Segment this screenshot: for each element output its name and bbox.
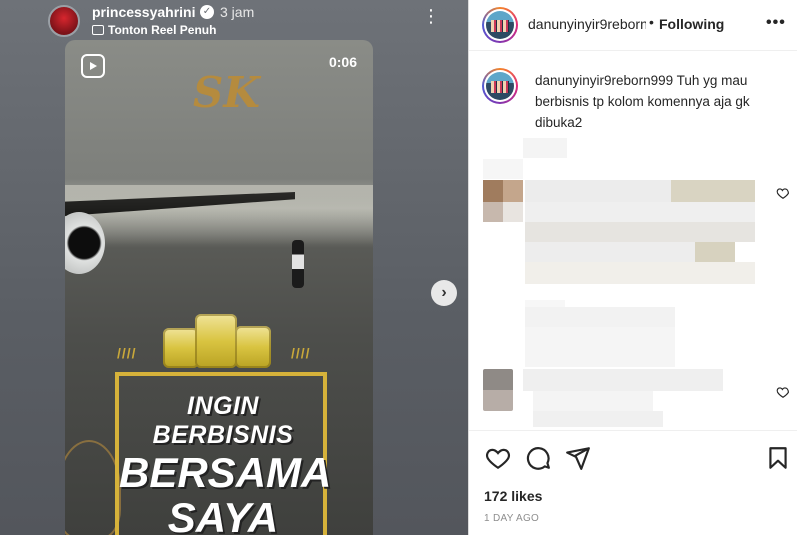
avatar-frame [484, 9, 516, 41]
commenter-avatar-blur [503, 180, 523, 202]
comment-icon[interactable] [525, 445, 551, 471]
stripes-left: //// [117, 345, 137, 361]
brand-logo: SK [193, 68, 260, 117]
pixel-block [525, 327, 675, 367]
bookmark-icon[interactable] [765, 445, 791, 471]
avatar-image [486, 11, 514, 39]
post-details-panel: danunyinyir9reborn999 • Following ••• da… [468, 0, 797, 535]
product-jars [163, 312, 275, 368]
post-date[interactable]: 1 DAY AGO [484, 513, 539, 524]
caption-text-block: danunyinyir9reborn999 Tuh yg mau berbisn… [535, 70, 775, 133]
pixelated-comments [469, 135, 797, 430]
watch-full-reel-link[interactable]: Tonton Reel Penuh [92, 23, 216, 37]
video-timestamp: 0:06 [328, 54, 357, 70]
story-header: princessyahrini ✓ 3 jam Tonton Reel Penu… [48, 3, 440, 39]
pixel-block [671, 180, 755, 202]
pixel-block [523, 369, 723, 391]
story-avatar[interactable] [48, 5, 80, 37]
chevron-right-icon: › [441, 284, 447, 301]
jar [195, 314, 237, 368]
header-separator: • [649, 14, 654, 30]
post-actions-section: 172 likes 1 DAY AGO [469, 430, 797, 536]
post-avatar[interactable] [482, 7, 518, 43]
commenter-avatar-blur [483, 202, 503, 222]
story-time: 3 jam [220, 4, 255, 20]
commenter-avatar-blur [503, 202, 523, 222]
person-figure [292, 240, 304, 288]
headline-line-1: INGIN BERBISNIS [152, 392, 294, 449]
pixel-block [525, 262, 755, 284]
story-username[interactable]: princessyahrini [92, 4, 196, 20]
stripes-right: //// [291, 345, 311, 361]
post-more-icon[interactable]: ••• [766, 14, 786, 32]
commenter-avatar-blur [483, 369, 513, 411]
following-button[interactable]: Following [659, 16, 724, 32]
sky-band [65, 185, 373, 245]
headline-line-2: BERSAMA [119, 449, 332, 496]
reel-link-icon [92, 25, 104, 35]
avatar-image [486, 72, 514, 100]
reel-headline: INGIN BERBISNIS BERSAMA SAYA [119, 392, 332, 536]
instagram-post-view: princessyahrini ✓ 3 jam Tonton Reel Penu… [0, 0, 797, 535]
verified-badge-icon: ✓ [200, 5, 214, 19]
likes-count[interactable]: 172 likes [484, 488, 542, 504]
caption-username[interactable]: danunyinyir9reborn999 [535, 73, 673, 88]
comment-like-heart-icon[interactable] [776, 385, 790, 399]
pixel-block [695, 242, 735, 262]
pixel-block [483, 159, 523, 179]
comment-like-heart-icon[interactable] [776, 186, 790, 200]
pixel-block [525, 180, 671, 202]
reel-video[interactable]: 0:06 SK //// //// INGIN BERBISNIS BERSAM… [65, 40, 373, 535]
pixel-block [525, 242, 695, 262]
caption-avatar[interactable] [482, 68, 518, 104]
post-header: danunyinyir9reborn999 • Following ••• [469, 0, 797, 51]
pixel-block [533, 391, 653, 411]
media-panel: princessyahrini ✓ 3 jam Tonton Reel Penu… [0, 0, 468, 535]
pixel-block [533, 411, 663, 427]
headline-line-3: SAYA [167, 494, 279, 536]
share-icon[interactable] [565, 445, 591, 471]
watch-full-reel-label: Tonton Reel Penuh [108, 23, 217, 37]
post-username[interactable]: danunyinyir9reborn999 [528, 16, 646, 32]
pixel-block [525, 202, 755, 222]
pixel-block [525, 307, 675, 327]
jar [163, 328, 199, 368]
next-media-button[interactable]: › [431, 280, 457, 306]
reel-icon [81, 54, 105, 78]
bee-graphic [65, 440, 121, 535]
jar [235, 326, 271, 368]
pixel-block [525, 222, 755, 242]
story-more-icon[interactable]: ⋮ [422, 7, 440, 25]
pixel-block [523, 138, 567, 158]
heart-icon[interactable] [485, 445, 511, 471]
avatar-frame [484, 70, 516, 102]
commenter-avatar-blur [483, 180, 503, 202]
